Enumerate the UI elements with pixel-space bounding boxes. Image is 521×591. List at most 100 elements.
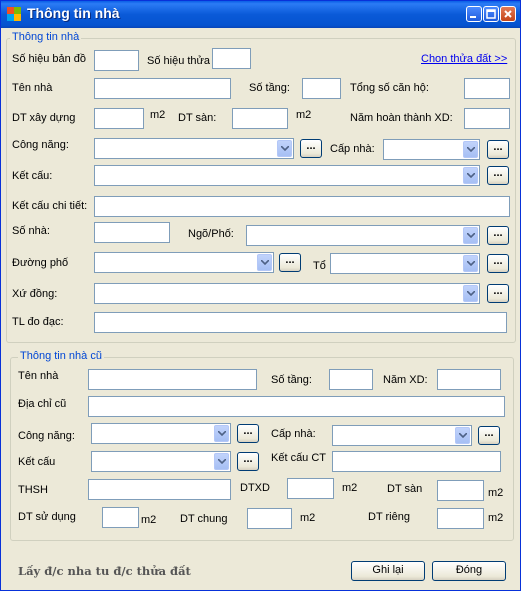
survey-scale-label: TL đo đạc: <box>12 316 64 328</box>
old-floors-input[interactable] <box>329 369 373 390</box>
common-area-label: DT chung <box>180 513 228 525</box>
chevron-down-icon[interactable] <box>463 141 478 158</box>
street-browse-button[interactable]: ... <box>279 253 301 272</box>
app-icon <box>7 7 21 21</box>
old-floor-area-unit: m2 <box>488 487 504 499</box>
map-sheet-input[interactable] <box>94 50 139 71</box>
old-function-select[interactable] <box>91 423 231 444</box>
old-structure-label: Kết cấu <box>18 456 56 468</box>
minimize-button[interactable] <box>466 6 482 22</box>
floor-area-input[interactable] <box>232 108 288 129</box>
close-button[interactable]: Đóng <box>432 561 506 581</box>
close-icon <box>504 10 512 18</box>
close-window-button[interactable] <box>500 6 516 22</box>
old-function-label: Công năng: <box>18 430 75 442</box>
old-structure-select[interactable] <box>91 451 231 472</box>
save-button[interactable]: Ghi lại <box>351 561 425 581</box>
old-house-grade-select[interactable] <box>332 425 472 446</box>
chevron-down-icon[interactable] <box>214 425 229 442</box>
field-area-browse-button[interactable]: ... <box>487 284 509 303</box>
street-select[interactable] <box>94 252 274 273</box>
old-floors-label: Số tầng: <box>271 374 312 386</box>
maximize-icon <box>486 9 496 19</box>
function-label: Công năng: <box>12 139 69 151</box>
group-browse-button[interactable]: ... <box>487 254 509 273</box>
old-construction-area-input[interactable] <box>287 478 334 499</box>
structure-label: Kết cấu: <box>12 170 53 182</box>
chevron-down-icon[interactable] <box>463 255 478 272</box>
group-select[interactable] <box>330 253 480 274</box>
chevron-down-icon[interactable] <box>277 140 292 157</box>
chevron-down-icon[interactable] <box>214 453 229 470</box>
completion-year-input[interactable] <box>464 108 510 129</box>
total-apartments-label: Tổng số căn hộ: <box>350 82 429 94</box>
group-label: Tổ <box>313 260 326 272</box>
choose-parcel-link[interactable]: Chon thửa đất >> <box>421 53 507 65</box>
old-floor-area-input[interactable] <box>437 480 484 501</box>
house-grade-label: Cấp nhà: <box>330 143 375 155</box>
structure-detail-label: Kết cấu chi tiết: <box>12 200 88 212</box>
old-address-input[interactable] <box>88 396 505 417</box>
house-name-label: Tên nhà <box>12 82 53 94</box>
alley-street-label: Ngõ/Phố: <box>188 228 234 240</box>
construction-area-label: DT xây dựng <box>12 112 76 124</box>
street-label: Đường phố <box>12 257 69 269</box>
minimize-icon <box>470 16 476 18</box>
parcel-number-input[interactable] <box>212 48 251 69</box>
common-area-unit: m2 <box>300 512 316 524</box>
usable-area-unit: m2 <box>141 514 157 526</box>
common-area-input[interactable] <box>247 508 292 529</box>
old-floor-area-label: DT sàn <box>387 483 423 495</box>
old-address-label: Địa chỉ cũ <box>18 398 67 410</box>
old-construction-area-label: DTXD <box>240 482 270 494</box>
thsh-label: THSH <box>18 484 48 496</box>
house-grade-browse-button[interactable]: ... <box>487 140 509 159</box>
old-structure-detail-label: Kết cấu CT <box>271 452 327 464</box>
construction-area-unit: m2 <box>150 109 166 121</box>
old-build-year-input[interactable] <box>437 369 501 390</box>
thsh-input[interactable] <box>88 479 231 500</box>
status-text: Lấy đ/c nha tu đ/c thửa đất <box>18 564 191 578</box>
old-structure-detail-input[interactable] <box>332 451 501 472</box>
chevron-down-icon[interactable] <box>257 254 272 271</box>
field-area-select[interactable] <box>94 283 480 304</box>
old-structure-browse-button[interactable]: ... <box>237 452 259 471</box>
floors-input[interactable] <box>302 78 341 99</box>
house-info-group-title: Thông tin nhà <box>10 31 82 43</box>
function-select[interactable] <box>94 138 294 159</box>
structure-browse-button[interactable]: ... <box>487 166 509 185</box>
chevron-down-icon[interactable] <box>455 427 470 444</box>
map-sheet-label: Số hiệu bản đồ <box>12 53 87 65</box>
private-area-input[interactable] <box>437 508 484 529</box>
old-house-name-input[interactable] <box>88 369 257 390</box>
parcel-number-label: Số hiệu thửa <box>147 55 211 67</box>
total-apartments-input[interactable] <box>464 78 510 99</box>
window-title: Thông tin nhà <box>27 5 120 21</box>
maximize-button[interactable] <box>483 6 499 22</box>
floor-area-unit: m2 <box>296 109 312 121</box>
completion-year-label: Năm hoàn thành XD: <box>350 112 453 124</box>
old-house-name-label: Tên nhà <box>18 370 59 382</box>
house-grade-select[interactable] <box>383 139 480 160</box>
chevron-down-icon[interactable] <box>463 167 478 184</box>
chevron-down-icon[interactable] <box>463 285 478 302</box>
alley-street-browse-button[interactable]: ... <box>487 226 509 245</box>
house-number-label: Số nhà: <box>12 225 50 237</box>
structure-select[interactable] <box>94 165 480 186</box>
house-number-input[interactable] <box>94 222 170 243</box>
function-browse-button[interactable]: ... <box>300 139 322 158</box>
survey-scale-input[interactable] <box>94 312 507 333</box>
usable-area-input[interactable] <box>102 507 139 528</box>
floors-label: Số tầng: <box>249 82 290 94</box>
old-house-grade-browse-button[interactable]: ... <box>478 426 500 445</box>
floor-area-label: DT sàn: <box>178 112 217 124</box>
field-area-label: Xứ đồng: <box>12 288 58 300</box>
construction-area-input[interactable] <box>94 108 144 129</box>
house-name-input[interactable] <box>94 78 231 99</box>
private-area-label: DT riêng <box>368 511 410 523</box>
old-function-browse-button[interactable]: ... <box>237 424 259 443</box>
title-bar[interactable]: Thông tin nhà <box>1 1 520 28</box>
alley-street-select[interactable] <box>246 225 480 246</box>
structure-detail-input[interactable] <box>94 196 510 217</box>
chevron-down-icon[interactable] <box>463 227 478 244</box>
